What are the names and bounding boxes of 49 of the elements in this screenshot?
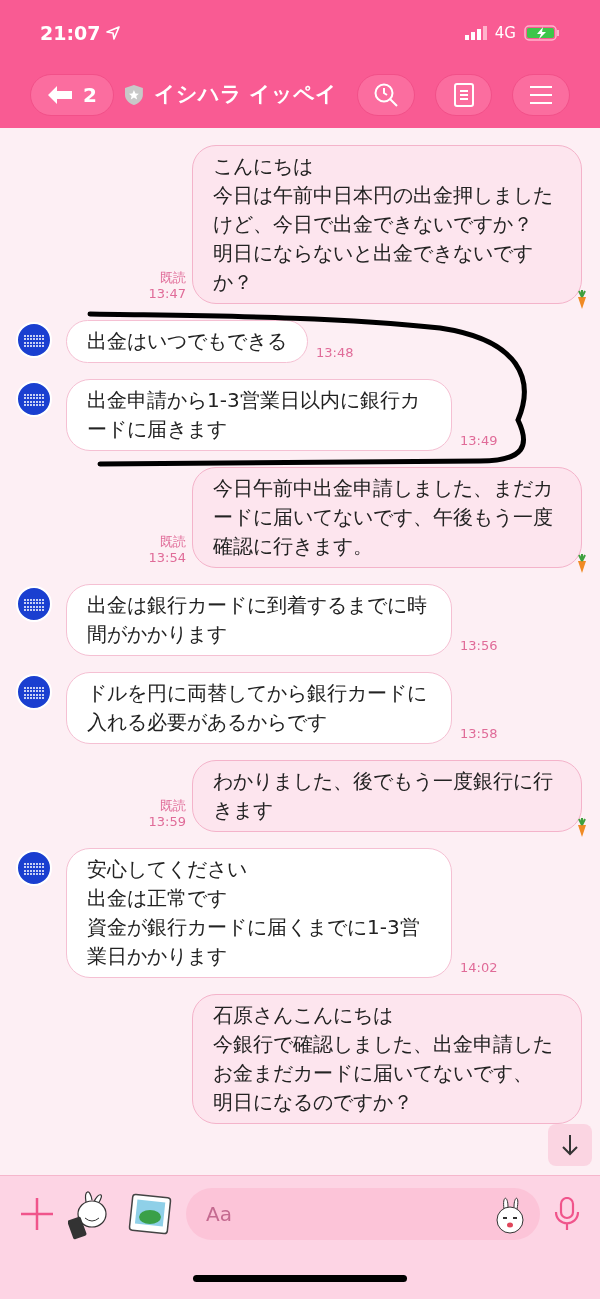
note-icon [453,83,474,107]
network-label: 4G [494,22,516,44]
signal-icon [464,26,487,40]
message-text: ドルを円に両替してから銀行カードに入れる必要があるからです [87,680,428,736]
message-input-field[interactable]: Aa [186,1188,540,1240]
message-time: 13:49 [460,433,498,450]
menu-button[interactable] [512,74,570,116]
message-time: 13:58 [460,726,498,743]
message-text: 出金は銀行カードに到着するまでに時間がかかります [87,592,428,648]
message-text: 出金申請から1-3営業日以内に銀行カードに届きます [87,387,421,443]
message-text: 今銀行で確認しました、出金申請したお金まだカードに届いてないです、 [213,1031,554,1087]
back-arrow-icon [47,85,73,105]
message-text: 資金が銀行カードに届くまでに1-3営業日かかります [87,914,421,970]
message-time: 13:48 [316,345,354,362]
message-text: 出金はいつでもできる [87,328,287,355]
back-button[interactable]: 2 [30,74,114,116]
avatar-logo-icon[interactable] [16,322,52,358]
status-time: 21:07 [40,20,101,46]
read-receipt: 既読 [160,534,186,550]
message-text: 出金は正常です [87,885,228,912]
down-arrow-icon [561,1134,579,1156]
location-arrow-icon [106,26,121,40]
scroll-down-button[interactable] [548,1124,592,1166]
avatar-logo-icon[interactable] [16,381,52,417]
message-time: 13:47 [148,286,186,302]
message-text: わかりました、後でもう一度銀行に行きます [213,768,554,824]
message-text: こんにちは [213,153,314,180]
search-clock-icon [372,82,399,108]
avatar-logo-icon[interactable] [16,850,52,886]
message-text: 明日にならないと出金できないですか？ [213,240,534,296]
read-receipt: 既読 [160,270,186,286]
battery-charging-icon [524,25,560,41]
message-time: 13:54 [148,550,186,566]
message-time: 13:56 [460,638,498,655]
message-text: 今日は午前中日本円の出金押しましたけど、今日で出金できないですか？ [213,182,554,238]
message-text: 石原さんこんにちは [213,1002,394,1029]
message-text: 明日になるのですか？ [213,1089,414,1116]
message-text: 今日午前中出金申請しました、まだカードに届いてないです、午後もう一度確認に行きます。 [213,475,554,560]
chat-title: イシハラ イッペイ [153,81,338,109]
shield-star-icon [123,84,144,106]
message-time: 13:59 [148,814,186,830]
search-history-button[interactable] [357,74,415,116]
avatar-logo-icon[interactable] [16,586,52,622]
menu-icon [529,85,554,105]
photo-sticker-icon[interactable] [128,1193,172,1235]
message-text: 安心してください [87,856,248,883]
avatar-logo-icon[interactable] [16,674,52,710]
read-receipt: 既読 [160,798,186,814]
message-time: 14:02 [460,960,498,977]
